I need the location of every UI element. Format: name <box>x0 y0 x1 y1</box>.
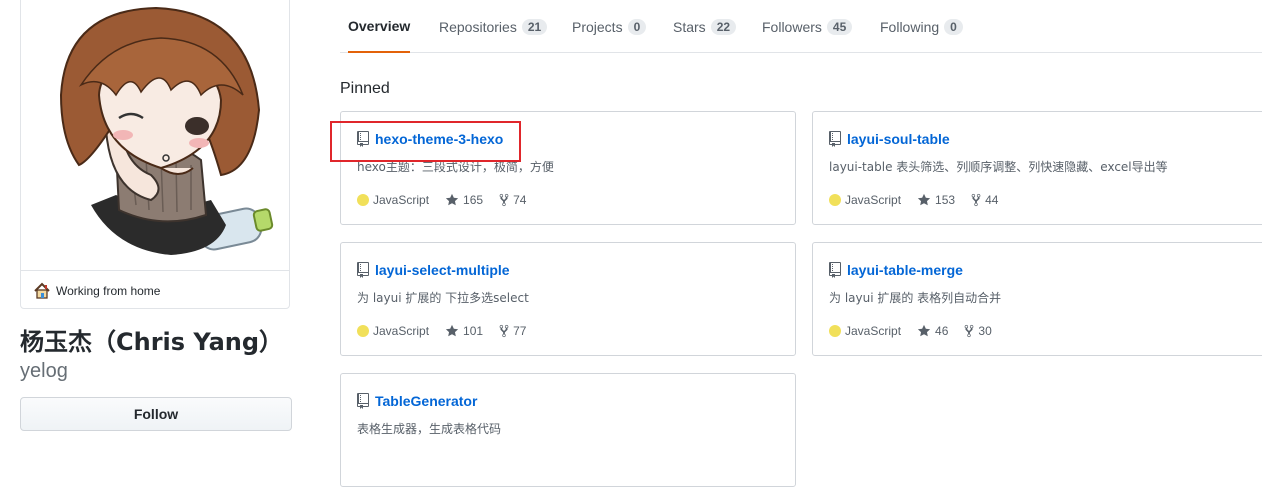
status-text: Working from home <box>56 283 161 298</box>
repo-icon <box>357 393 369 409</box>
language-label: JavaScript <box>373 324 430 338</box>
user-status[interactable]: Working from home <box>21 270 289 308</box>
star-icon <box>917 193 931 206</box>
tab-counter: 45 <box>826 18 853 35</box>
repo-language: JavaScript <box>829 193 901 207</box>
repo-link[interactable]: hexo-theme-3-hexo <box>375 131 503 147</box>
repo-language: JavaScript <box>829 324 901 338</box>
repo-link[interactable]: layui-soul-table <box>847 131 950 147</box>
stars-count: 46 <box>935 324 949 338</box>
repo-icon <box>829 131 841 147</box>
tab-counter: 21 <box>521 18 548 35</box>
pinned-repo-card: layui-table-merge 为 layui 扩展的 表格列自动合并 Ja… <box>812 242 1262 356</box>
stars-count: 153 <box>935 193 956 207</box>
fork-icon <box>965 324 974 338</box>
pinned-repo-card: layui-select-multiple 为 layui 扩展的 下拉多选se… <box>340 242 796 356</box>
forks-count: 77 <box>513 324 527 338</box>
repo-forks[interactable]: 74 <box>499 193 526 207</box>
repo-stars[interactable]: 153 <box>917 193 955 207</box>
avatar-card: Working from home <box>20 0 290 309</box>
repo-language: JavaScript <box>357 193 429 207</box>
profile-tabs: Overview Repositories 21 Projects 0 Star… <box>340 0 1262 53</box>
stars-count: 101 <box>463 324 484 338</box>
repo-description: 为 layui 扩展的 表格列自动合并 <box>829 291 1002 305</box>
repo-description: layui-table 表头筛选、列顺序调整、列快速隐藏、excel导出等 <box>829 160 1168 174</box>
repo-forks[interactable]: 77 <box>499 324 526 338</box>
tab-projects[interactable]: Projects 0 <box>572 0 647 53</box>
tab-following[interactable]: Following 0 <box>880 0 963 53</box>
repo-icon <box>829 262 841 278</box>
profile-username: yelog <box>20 360 68 382</box>
repo-stars[interactable]: 46 <box>917 324 948 338</box>
house-icon <box>34 282 50 299</box>
forks-count: 74 <box>513 193 527 207</box>
tab-label: Overview <box>348 17 411 34</box>
stars-count: 165 <box>463 193 484 207</box>
tab-repositories[interactable]: Repositories 21 <box>439 0 548 53</box>
pinned-repo-card: layui-soul-table layui-table 表头筛选、列顺序调整、… <box>812 111 1262 225</box>
repo-description: 表格生成器，生成表格代码 <box>357 422 502 436</box>
tab-label: Repositories <box>439 18 517 35</box>
language-label: JavaScript <box>845 324 902 338</box>
avatar[interactable] <box>21 0 290 270</box>
forks-count: 30 <box>978 324 992 338</box>
repo-description: 为 layui 扩展的 下拉多选select <box>357 291 529 305</box>
tab-label: Following <box>880 18 940 35</box>
pinned-heading: Pinned <box>340 80 390 97</box>
tab-overview[interactable]: Overview <box>348 0 411 53</box>
tab-counter: 0 <box>944 18 963 35</box>
fork-icon <box>971 193 981 207</box>
repo-link[interactable]: layui-select-multiple <box>375 262 510 278</box>
forks-count: 44 <box>985 193 999 207</box>
tab-counter: 22 <box>710 18 737 35</box>
language-color-dot <box>829 325 841 337</box>
repo-forks[interactable]: 44 <box>971 193 998 207</box>
language-label: JavaScript <box>373 193 430 207</box>
tab-label: Projects <box>572 18 623 35</box>
pinned-repo-card: TableGenerator 表格生成器，生成表格代码 <box>340 373 796 487</box>
tab-label: Stars <box>673 18 706 35</box>
language-label: JavaScript <box>845 193 902 207</box>
profile-fullname: 杨玉杰（Chris Yang） <box>20 328 284 356</box>
fork-icon <box>499 193 509 207</box>
repo-icon <box>357 131 369 147</box>
language-color-dot <box>357 194 369 206</box>
star-icon <box>917 324 931 337</box>
language-color-dot <box>829 194 841 206</box>
repo-description: hexo主题：三段式设计，极简，方便 <box>357 160 554 174</box>
pinned-repo-card: hexo-theme-3-hexo hexo主题：三段式设计，极简，方便 Jav… <box>340 111 796 225</box>
star-icon <box>445 324 459 337</box>
tab-followers[interactable]: Followers 45 <box>762 0 853 53</box>
repo-language: JavaScript <box>357 324 429 338</box>
repo-link[interactable]: layui-table-merge <box>847 262 963 278</box>
star-icon <box>445 193 459 206</box>
repo-stars[interactable]: 101 <box>445 324 483 338</box>
repo-forks[interactable]: 30 <box>964 324 992 338</box>
tab-label: Followers <box>762 18 822 35</box>
tab-stars[interactable]: Stars 22 <box>673 0 737 53</box>
language-color-dot <box>357 325 369 337</box>
repo-link[interactable]: TableGenerator <box>375 393 477 409</box>
follow-button[interactable]: Follow <box>20 397 292 431</box>
tab-counter: 0 <box>627 18 647 35</box>
repo-stars[interactable]: 165 <box>445 193 483 207</box>
fork-icon <box>499 324 509 338</box>
repo-icon <box>357 262 369 278</box>
